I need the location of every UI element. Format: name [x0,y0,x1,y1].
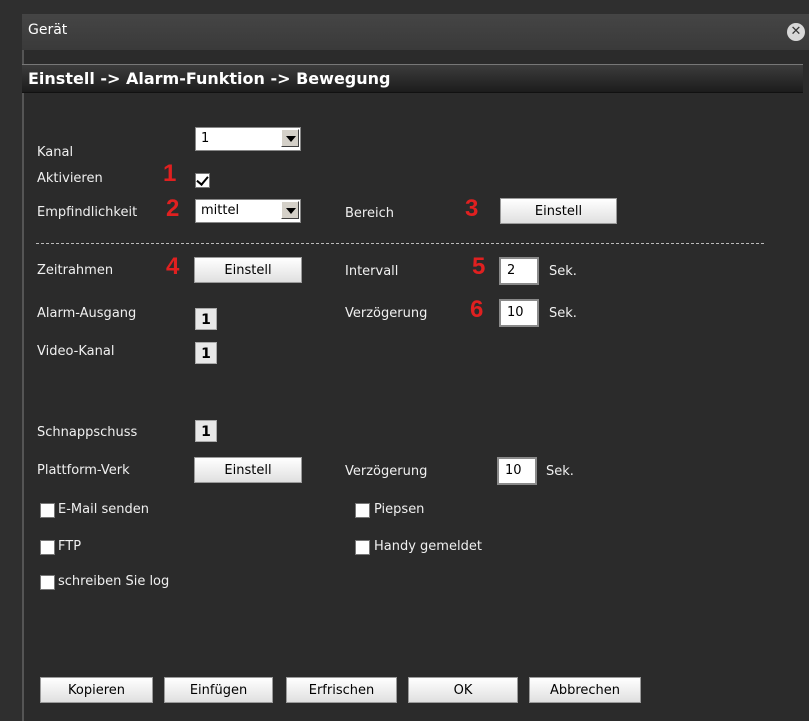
verzoegerung-unit: Sek. [549,306,577,321]
marker-5: 5 [472,253,486,280]
breadcrumb: Einstell -> Alarm-Funktion -> Bewegung [22,64,803,93]
marker-4: 4 [166,253,180,280]
kanal-label: Kanal [37,145,74,160]
log-label: schreiben Sie log [58,574,170,589]
section-divider [36,243,764,244]
close-icon[interactable]: ✕ [787,23,805,41]
intervall-unit: Sek. [549,264,577,279]
handy-checkbox[interactable] [355,540,370,555]
verzoegerung2-input[interactable]: 10 [497,457,537,485]
schnappschuss-label: Schnappschuss [37,425,138,440]
aktivieren-label: Aktivieren [37,171,103,186]
kanal-select[interactable]: 1 [195,127,301,151]
marker-3: 3 [465,195,479,222]
ok-button[interactable]: OK [408,677,518,703]
kanal-value: 1 [201,131,210,146]
verzoegerung-label: Verzögerung [345,306,428,321]
chevron-down-icon[interactable] [281,201,299,219]
log-checkbox[interactable] [40,575,55,590]
alarm-ausgang-label: Alarm-Ausgang [37,306,137,321]
email-checkbox[interactable] [40,503,55,518]
ftp-label: FTP [58,539,82,554]
chevron-down-icon[interactable] [281,129,299,147]
abbrechen-button[interactable]: Abbrechen [529,677,641,703]
device-window: Gerät ✕ Einstell -> Alarm-Funktion -> Be… [0,0,809,721]
email-label: E-Mail senden [58,502,149,517]
kopieren-button[interactable]: Kopieren [40,677,153,703]
verzoegerung-input[interactable]: 10 [499,299,539,327]
aktivieren-checkbox[interactable] [195,173,210,188]
zeitrahmen-einstell-button[interactable]: Einstell [194,257,302,283]
bereich-label: Bereich [345,206,394,221]
schnappschuss-button[interactable]: 1 [195,420,217,442]
marker-1: 1 [163,160,177,187]
video-kanal-label: Video-Kanal [37,344,115,359]
marker-2: 2 [166,195,180,222]
intervall-input[interactable]: 2 [499,257,539,285]
title-bar[interactable]: Gerät ✕ [22,14,809,50]
alarm-ausgang-button[interactable]: 1 [195,308,217,330]
bereich-einstell-button[interactable]: Einstell [500,198,617,224]
ftp-checkbox[interactable] [40,540,55,555]
zeitrahmen-label: Zeitrahmen [37,263,114,278]
verzoegerung2-unit: Sek. [546,464,574,479]
plattform-einstell-button[interactable]: Einstell [194,457,302,483]
einfuegen-button[interactable]: Einfügen [164,677,273,703]
video-kanal-button[interactable]: 1 [195,342,217,364]
intervall-label: Intervall [345,264,399,279]
handy-label: Handy gemeldet [374,539,482,554]
dialog-body [22,50,809,721]
verzoegerung2-label: Verzögerung [345,464,428,479]
marker-6: 6 [470,296,484,323]
empfindlichkeit-label: Empfindlichkeit [37,205,138,220]
empfindlichkeit-select[interactable]: mittel [195,199,301,223]
erfrischen-button[interactable]: Erfrischen [286,677,397,703]
window-title: Gerät [28,22,68,38]
piepsen-checkbox[interactable] [355,503,370,518]
plattform-verk-label: Plattform-Verk [37,463,130,478]
piepsen-label: Piepsen [374,502,425,517]
empfindlichkeit-value: mittel [201,203,240,218]
